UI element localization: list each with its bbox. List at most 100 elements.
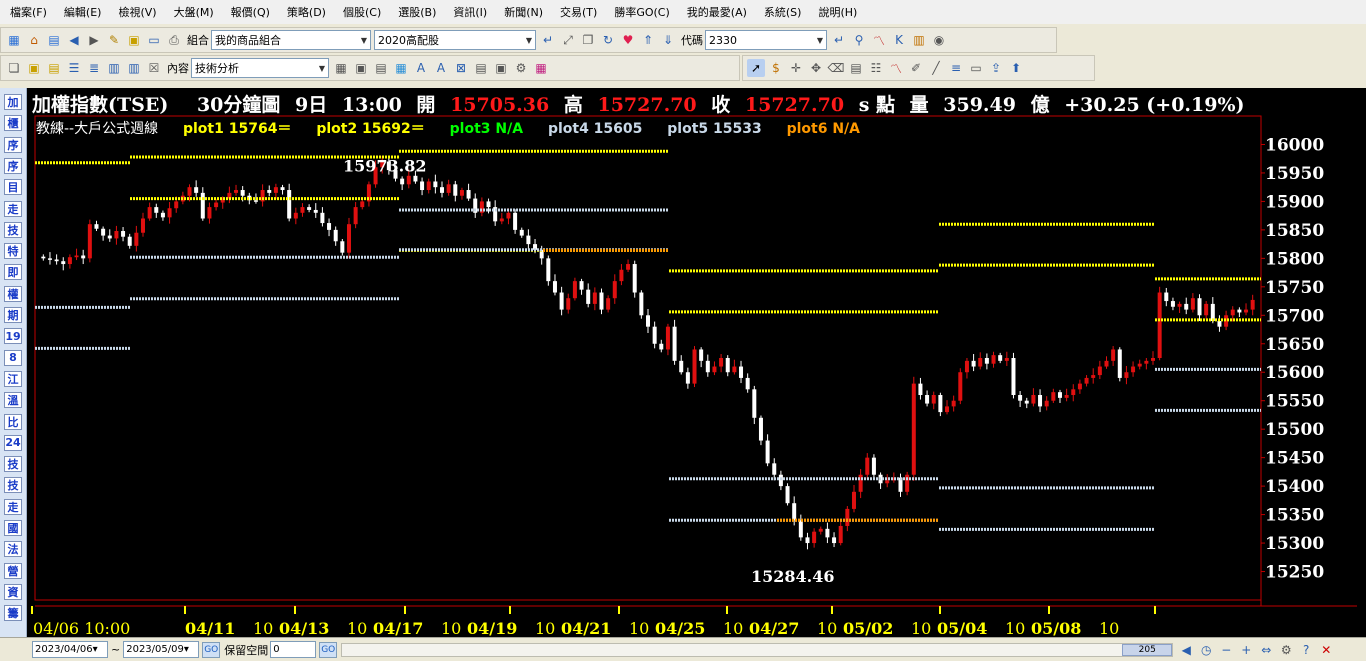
- left-shortcut-6[interactable]: 技: [4, 221, 22, 238]
- layout-rows-icon[interactable]: ☰: [65, 59, 83, 77]
- left-shortcut-1[interactable]: 櫃: [4, 115, 22, 132]
- left-shortcut-15[interactable]: 比: [4, 413, 22, 430]
- menu-item-4[interactable]: 報價(Q): [231, 4, 270, 20]
- chart-icon[interactable]: 〽: [870, 31, 888, 49]
- down-icon[interactable]: ⇓: [659, 31, 677, 49]
- refresh-icon[interactable]: ↻: [599, 31, 617, 49]
- text-c-icon[interactable]: ⊠: [452, 59, 470, 77]
- plus-icon[interactable]: +: [1237, 641, 1255, 659]
- menu-item-11[interactable]: 勝率GO(C): [614, 4, 669, 20]
- tool-d-icon[interactable]: ▦: [392, 59, 410, 77]
- menu-item-14[interactable]: 說明(H): [818, 4, 857, 20]
- left-shortcut-9[interactable]: 權: [4, 285, 22, 302]
- layout-rows2-icon[interactable]: ≣: [85, 59, 103, 77]
- left-shortcut-0[interactable]: 加: [4, 94, 22, 110]
- fib-icon[interactable]: ≡: [947, 59, 965, 77]
- window-icon[interactable]: ▤: [45, 31, 63, 49]
- left-shortcut-11[interactable]: 19: [4, 328, 22, 345]
- enter-icon[interactable]: ↵: [539, 31, 557, 49]
- left-shortcut-17[interactable]: 技: [4, 456, 22, 473]
- clipboard-icon[interactable]: ▤: [45, 59, 63, 77]
- start-date-picker[interactable]: 2023/04/06 ▾: [32, 641, 108, 658]
- tool-e-icon[interactable]: ▤: [472, 59, 490, 77]
- code-select[interactable]: 2330 ▼: [705, 30, 827, 50]
- menu-item-0[interactable]: 檔案(F): [10, 4, 47, 20]
- left-shortcut-18[interactable]: 技: [4, 477, 22, 494]
- close-icon[interactable]: ✕: [1317, 641, 1335, 659]
- arrow-up-icon[interactable]: ⬆: [1007, 59, 1025, 77]
- up-icon[interactable]: ⇑: [639, 31, 657, 49]
- portfolio-select[interactable]: 2020高配股 ▼: [374, 30, 536, 50]
- print-icon[interactable]: ⎙: [165, 31, 183, 49]
- export-icon[interactable]: ⇪: [987, 59, 1005, 77]
- open-folder-icon[interactable]: ▣: [125, 31, 143, 49]
- left-shortcut-10[interactable]: 期: [4, 307, 22, 323]
- left-shortcut-7[interactable]: 特: [4, 243, 22, 260]
- left-shortcut-14[interactable]: 溫: [4, 392, 22, 409]
- tool-a-icon[interactable]: ▦: [332, 59, 350, 77]
- left-shortcut-20[interactable]: 國: [4, 520, 22, 536]
- dollar-icon[interactable]: $: [767, 59, 785, 77]
- end-date-picker[interactable]: 2023/05/09 ▾: [123, 641, 200, 658]
- indicator-name[interactable]: 教練--大戶公式週線: [36, 121, 158, 137]
- left-shortcut-21[interactable]: 法: [4, 541, 22, 558]
- grid-icon[interactable]: ▦: [5, 31, 23, 49]
- text-a-icon[interactable]: A: [412, 59, 430, 77]
- scroll-thumb[interactable]: 205: [1122, 643, 1173, 656]
- palette-icon[interactable]: ▦: [532, 59, 550, 77]
- menu-item-8[interactable]: 資訊(I): [453, 4, 487, 20]
- help-icon[interactable]: ?: [1297, 641, 1315, 659]
- expand-icon[interactable]: ⤢: [559, 31, 577, 49]
- copy-icon[interactable]: ❏: [5, 59, 23, 77]
- chart-panel[interactable]: 16000 15950 15900 15850 15800 15750 15700 15650…: [27, 88, 1366, 638]
- menu-item-10[interactable]: 交易(T): [560, 4, 597, 20]
- report-icon[interactable]: ▥: [910, 31, 928, 49]
- search-icon[interactable]: ⚲: [850, 31, 868, 49]
- pointer-icon[interactable]: ➚: [747, 59, 765, 77]
- back-icon[interactable]: ◀: [65, 31, 83, 49]
- menu-item-6[interactable]: 個股(C): [343, 4, 381, 20]
- left-shortcut-12[interactable]: 8: [4, 349, 22, 366]
- layout-cols-icon[interactable]: ▥: [105, 59, 123, 77]
- tool-c-icon[interactable]: ▤: [372, 59, 390, 77]
- left-shortcut-3[interactable]: 序: [4, 157, 22, 174]
- settings-icon[interactable]: ⚙: [1277, 641, 1295, 659]
- save-icon[interactable]: ▭: [145, 31, 163, 49]
- text-b-icon[interactable]: A: [432, 59, 450, 77]
- go-button-2[interactable]: GO: [319, 641, 338, 658]
- left-shortcut-8[interactable]: 即: [4, 264, 22, 281]
- restore-icon[interactable]: ❐: [579, 31, 597, 49]
- scroll-left-icon[interactable]: ◀: [1177, 641, 1195, 659]
- menu-item-3[interactable]: 大盤(M): [174, 4, 214, 20]
- minus-icon[interactable]: −: [1217, 641, 1235, 659]
- new-icon[interactable]: ✎: [105, 31, 123, 49]
- left-shortcut-13[interactable]: 江: [4, 370, 22, 387]
- eraser-icon[interactable]: ⌫: [827, 59, 845, 77]
- home-icon[interactable]: ⌂: [25, 31, 43, 49]
- settings-icon[interactable]: ⚙: [512, 59, 530, 77]
- left-shortcut-23[interactable]: 資: [4, 583, 22, 600]
- left-shortcut-4[interactable]: 目: [4, 179, 22, 196]
- left-shortcut-5[interactable]: 走: [4, 200, 22, 217]
- left-shortcut-16[interactable]: 24: [4, 434, 22, 451]
- channel-icon[interactable]: ▭: [967, 59, 985, 77]
- measure-icon[interactable]: ☷: [867, 59, 885, 77]
- menu-item-7[interactable]: 選股(B): [398, 4, 436, 20]
- left-shortcut-19[interactable]: 走: [4, 498, 22, 515]
- group-select[interactable]: 我的商品組合 ▼: [211, 30, 371, 50]
- clock-icon[interactable]: ◷: [1197, 641, 1215, 659]
- content-select[interactable]: 技術分析 ▼: [191, 58, 329, 78]
- menu-item-12[interactable]: 我的最愛(A): [687, 4, 747, 20]
- left-shortcut-2[interactable]: 序: [4, 136, 22, 153]
- candlestick-chart[interactable]: 16000 15950 15900 15850 15800 15750 15700 15650…: [27, 88, 1366, 638]
- reserve-input[interactable]: 0: [270, 641, 317, 658]
- tool-f-icon[interactable]: ▣: [492, 59, 510, 77]
- menu-item-2[interactable]: 檢視(V): [118, 4, 156, 20]
- close-window-icon[interactable]: ☒: [145, 59, 163, 77]
- k-chart-icon[interactable]: K: [890, 31, 908, 49]
- menu-item-13[interactable]: 系統(S): [764, 4, 802, 20]
- chart-scrollbar[interactable]: 205: [341, 642, 1174, 657]
- menu-item-9[interactable]: 新聞(N): [504, 4, 543, 20]
- paste-icon[interactable]: ▣: [25, 59, 43, 77]
- camera-icon[interactable]: ◉: [930, 31, 948, 49]
